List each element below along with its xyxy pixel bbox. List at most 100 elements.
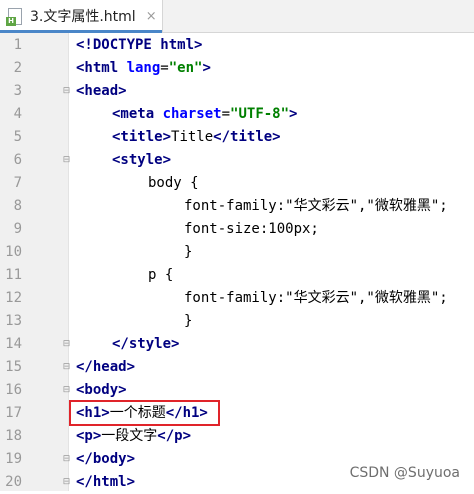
code-token: 一段文字 <box>101 428 158 444</box>
code-token: body { <box>148 175 199 191</box>
code-token: > <box>202 60 211 76</box>
code-token: </p> <box>157 428 192 444</box>
code-line[interactable]: 14 ⊟ </style> <box>0 333 474 356</box>
fold-marker-icon[interactable]: ⊟ <box>62 477 71 487</box>
fold-marker-icon[interactable]: ⊟ <box>62 454 71 464</box>
code-line[interactable]: 1 <!DOCTYPE html> <box>0 34 474 57</box>
line-number: 6 <box>13 152 22 168</box>
code-text: <html lang="en"> <box>76 57 211 80</box>
code-token: </style> <box>112 336 180 352</box>
code-line[interactable]: 13} <box>0 310 474 333</box>
code-text: </head> <box>76 356 135 379</box>
code-line[interactable]: 11 p { <box>0 264 474 287</box>
code-line[interactable]: 8 font-family:"华文彩云","微软雅黑"; <box>0 195 474 218</box>
line-number: 3 <box>13 83 22 99</box>
line-number: 13 <box>5 313 22 329</box>
code-line[interactable]: 3 ⊟ <head> <box>0 80 474 103</box>
line-number: 7 <box>13 175 22 191</box>
code-token: <head> <box>76 83 127 99</box>
code-text: <!DOCTYPE html> <box>76 34 202 57</box>
code-token: <!DOCTYPE <box>76 37 161 53</box>
code-line[interactable]: 15 ⊟ </head> <box>0 356 474 379</box>
line-number: 17 <box>5 405 22 421</box>
line-number: 15 <box>5 359 22 375</box>
tab-file-name: 3.文字属性.html <box>30 9 136 25</box>
code-token: <title> <box>112 129 172 145</box>
line-number: 4 <box>13 106 22 122</box>
line-number: 8 <box>13 198 22 214</box>
tab-file[interactable]: H 3.文字属性.html × <box>0 0 163 32</box>
code-token: > <box>289 106 298 122</box>
code-text: <body> <box>76 379 127 402</box>
code-text: } <box>184 310 192 333</box>
code-token: font-size:100px; <box>184 221 319 237</box>
code-token: > <box>194 37 203 53</box>
fold-marker-icon[interactable]: ⊟ <box>62 86 71 96</box>
watermark: CSDN @Suyuoa <box>349 465 460 481</box>
code-line[interactable]: 7 body { <box>0 172 474 195</box>
code-text: <meta charset="UTF-8"> <box>112 103 297 126</box>
code-text: font-size:100px; <box>184 218 319 241</box>
code-token: </head> <box>76 359 136 375</box>
code-line[interactable]: 4 <meta charset="UTF-8"> <box>0 103 474 126</box>
code-text: p { <box>148 264 173 287</box>
code-token: html <box>160 37 195 53</box>
line-number: 12 <box>5 290 22 306</box>
line-number: 18 <box>5 428 22 444</box>
code-token: "en" <box>168 60 203 76</box>
code-token: p { <box>148 267 174 283</box>
code-token: Title <box>171 129 214 145</box>
highlight-box <box>69 400 220 426</box>
code-editor[interactable]: 1 <!DOCTYPE html> 2 <html lang="en"> 3 ⊟ <head… <box>0 33 474 491</box>
code-line[interactable]: 12 font-family:"华文彩云","微软雅黑"; <box>0 287 474 310</box>
code-text: font-family:"华文彩云","微软雅黑"; <box>184 195 448 218</box>
close-icon[interactable]: × <box>146 9 157 24</box>
code-text: <p>一段文字</p> <box>76 425 191 448</box>
fold-marker-icon[interactable]: ⊟ <box>62 362 71 372</box>
code-token: font-family:"华文彩云","微软雅黑"; <box>184 198 448 214</box>
line-number: 5 <box>13 129 22 145</box>
code-token: = <box>221 106 231 122</box>
code-token: <style> <box>112 152 172 168</box>
code-token: font-family:"华文彩云","微软雅黑"; <box>184 290 448 306</box>
line-number: 10 <box>5 244 22 260</box>
line-number: 2 <box>13 60 22 76</box>
code-token: </title> <box>213 129 281 145</box>
fold-marker-icon[interactable]: ⊟ <box>62 385 71 395</box>
code-text: <style> <box>112 149 171 172</box>
fold-marker-icon[interactable]: ⊟ <box>62 155 71 165</box>
fold-marker-icon[interactable]: ⊟ <box>62 339 71 349</box>
html-file-icon: H <box>6 7 22 26</box>
code-text: font-family:"华文彩云","微软雅黑"; <box>184 287 448 310</box>
code-token: charset <box>162 106 222 122</box>
code-token: </body> <box>76 451 136 467</box>
line-number: 11 <box>5 267 22 283</box>
line-number: 14 <box>5 336 22 352</box>
code-token: <p> <box>76 428 102 444</box>
line-number: 9 <box>13 221 22 237</box>
code-token: <html <box>76 60 127 76</box>
line-number: 1 <box>13 37 22 53</box>
line-number: 19 <box>5 451 22 467</box>
code-line[interactable]: 10} <box>0 241 474 264</box>
code-token: <meta <box>112 106 163 122</box>
code-token: } <box>184 244 193 260</box>
code-line[interactable]: 5 <title>Title</title> <box>0 126 474 149</box>
code-text: } <box>184 241 192 264</box>
code-line[interactable]: 2 <html lang="en"> <box>0 57 474 80</box>
code-token: </html> <box>76 474 136 490</box>
code-line[interactable]: 6 ⊟ <style> <box>0 149 474 172</box>
code-token: } <box>184 313 193 329</box>
code-line[interactable]: 16 ⊟ <body> <box>0 379 474 402</box>
file-type-badge: H <box>6 16 16 26</box>
code-token: "UTF-8" <box>230 106 290 122</box>
code-token: = <box>160 60 169 76</box>
code-line[interactable]: 9 font-size:100px; <box>0 218 474 241</box>
code-line[interactable]: 18 <p>一段文字</p> <box>0 425 474 448</box>
code-text: </body> <box>76 448 135 471</box>
code-text: <head> <box>76 80 127 103</box>
code-token: lang <box>126 60 161 76</box>
code-text: <title>Title</title> <box>112 126 281 149</box>
code-token: <body> <box>76 382 127 398</box>
code-text: body { <box>148 172 199 195</box>
